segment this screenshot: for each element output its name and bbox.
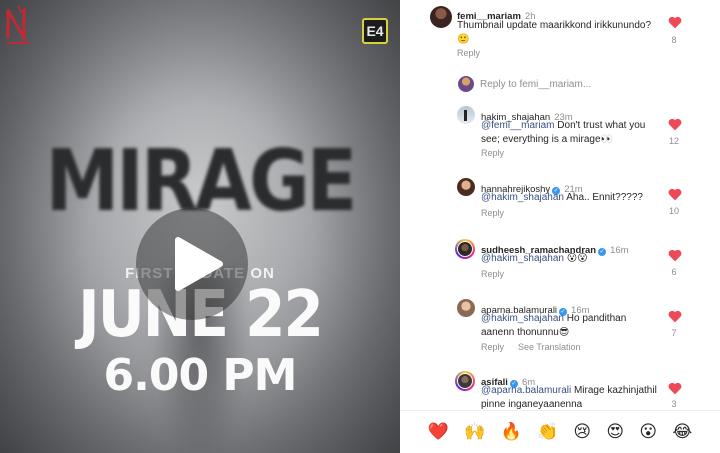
comment-text: @femi__mariam Don't trust what you see; …: [481, 120, 646, 145]
comment-text: @aparna.balamurali Mirage kazhinjathil p…: [481, 385, 657, 410]
reply-button[interactable]: Reply: [481, 148, 504, 158]
like-count: 12: [668, 136, 679, 146]
comments-panel: femi__mariam 2h Thumbnail update maarikko…: [400, 0, 720, 453]
raised-hands-emoji-button[interactable]: 🙌: [464, 422, 485, 442]
fire-emoji-button[interactable]: 🔥: [501, 422, 522, 442]
avatar[interactable]: [457, 106, 475, 124]
mention-link[interactable]: @hakim_shajahan: [481, 253, 564, 264]
play-icon: [175, 237, 223, 291]
reply-to-bar[interactable]: Reply to femi__mariam...: [458, 76, 698, 96]
reply-button[interactable]: Reply: [481, 269, 504, 279]
avatar[interactable]: [430, 6, 452, 28]
laughing-emoji-button[interactable]: 😂: [672, 422, 692, 442]
avatar[interactable]: [457, 178, 475, 196]
heart-icon[interactable]: [668, 382, 682, 395]
mention-link[interactable]: @hakim_shajahan: [481, 192, 564, 203]
comment-text: @hakim_shajahan Aha.. Ennit?????: [481, 192, 643, 203]
like-count: 8: [671, 35, 677, 45]
comment-text: Thumbnail update maarikkond irikkunundo?…: [457, 20, 652, 45]
mention-link[interactable]: @aparna.balamurali: [481, 385, 571, 396]
heart-icon[interactable]: [668, 16, 682, 29]
mention-link[interactable]: @hakim_shajahan: [481, 313, 564, 324]
e4-logo: E4: [362, 18, 388, 44]
avatar[interactable]: [455, 371, 475, 391]
crying-emoji-button[interactable]: 😢: [573, 422, 591, 442]
poster-time: 6.00 PM: [103, 350, 298, 401]
like-count: 6: [671, 267, 677, 277]
production-logo-icon: [6, 5, 29, 44]
mention-link[interactable]: @femi__mariam: [481, 120, 555, 131]
reply-to-text: Reply to femi__mariam...: [480, 79, 592, 90]
heart-eyes-emoji-button[interactable]: 😍: [606, 422, 624, 442]
like-count: 7: [671, 328, 677, 338]
see-translation-button[interactable]: See Translation: [518, 342, 581, 352]
heart-icon[interactable]: [668, 310, 682, 323]
comment-text: @hakim_shajahan Ho pandithan aanenn thon…: [481, 313, 627, 338]
heart-emoji-button[interactable]: ❤️: [428, 422, 449, 442]
avatar[interactable]: [457, 299, 475, 317]
comment-text: @hakim_shajahan 😮😮: [481, 253, 588, 264]
reply-button[interactable]: Reply: [457, 48, 480, 58]
emoji-reaction-bar: ❤️ 🙌 🔥 👏 😢 😍 😮 😂: [400, 410, 720, 453]
surprised-emoji-button[interactable]: 😮: [639, 422, 657, 442]
heart-icon[interactable]: [668, 188, 682, 201]
reply-button[interactable]: Reply: [481, 342, 504, 352]
like-count: 10: [668, 206, 679, 216]
clap-emoji-button[interactable]: 👏: [537, 422, 558, 442]
like-count: 3: [671, 399, 677, 409]
reply-button[interactable]: Reply: [481, 208, 504, 218]
heart-icon[interactable]: [668, 118, 682, 131]
avatar: [458, 76, 474, 92]
avatar[interactable]: [455, 239, 475, 259]
play-button[interactable]: [136, 208, 248, 320]
video-post[interactable]: E4 MIRAGE FIRST UPDATE ON JUNE 22 6.00 P…: [0, 0, 400, 453]
heart-icon[interactable]: [668, 249, 682, 262]
